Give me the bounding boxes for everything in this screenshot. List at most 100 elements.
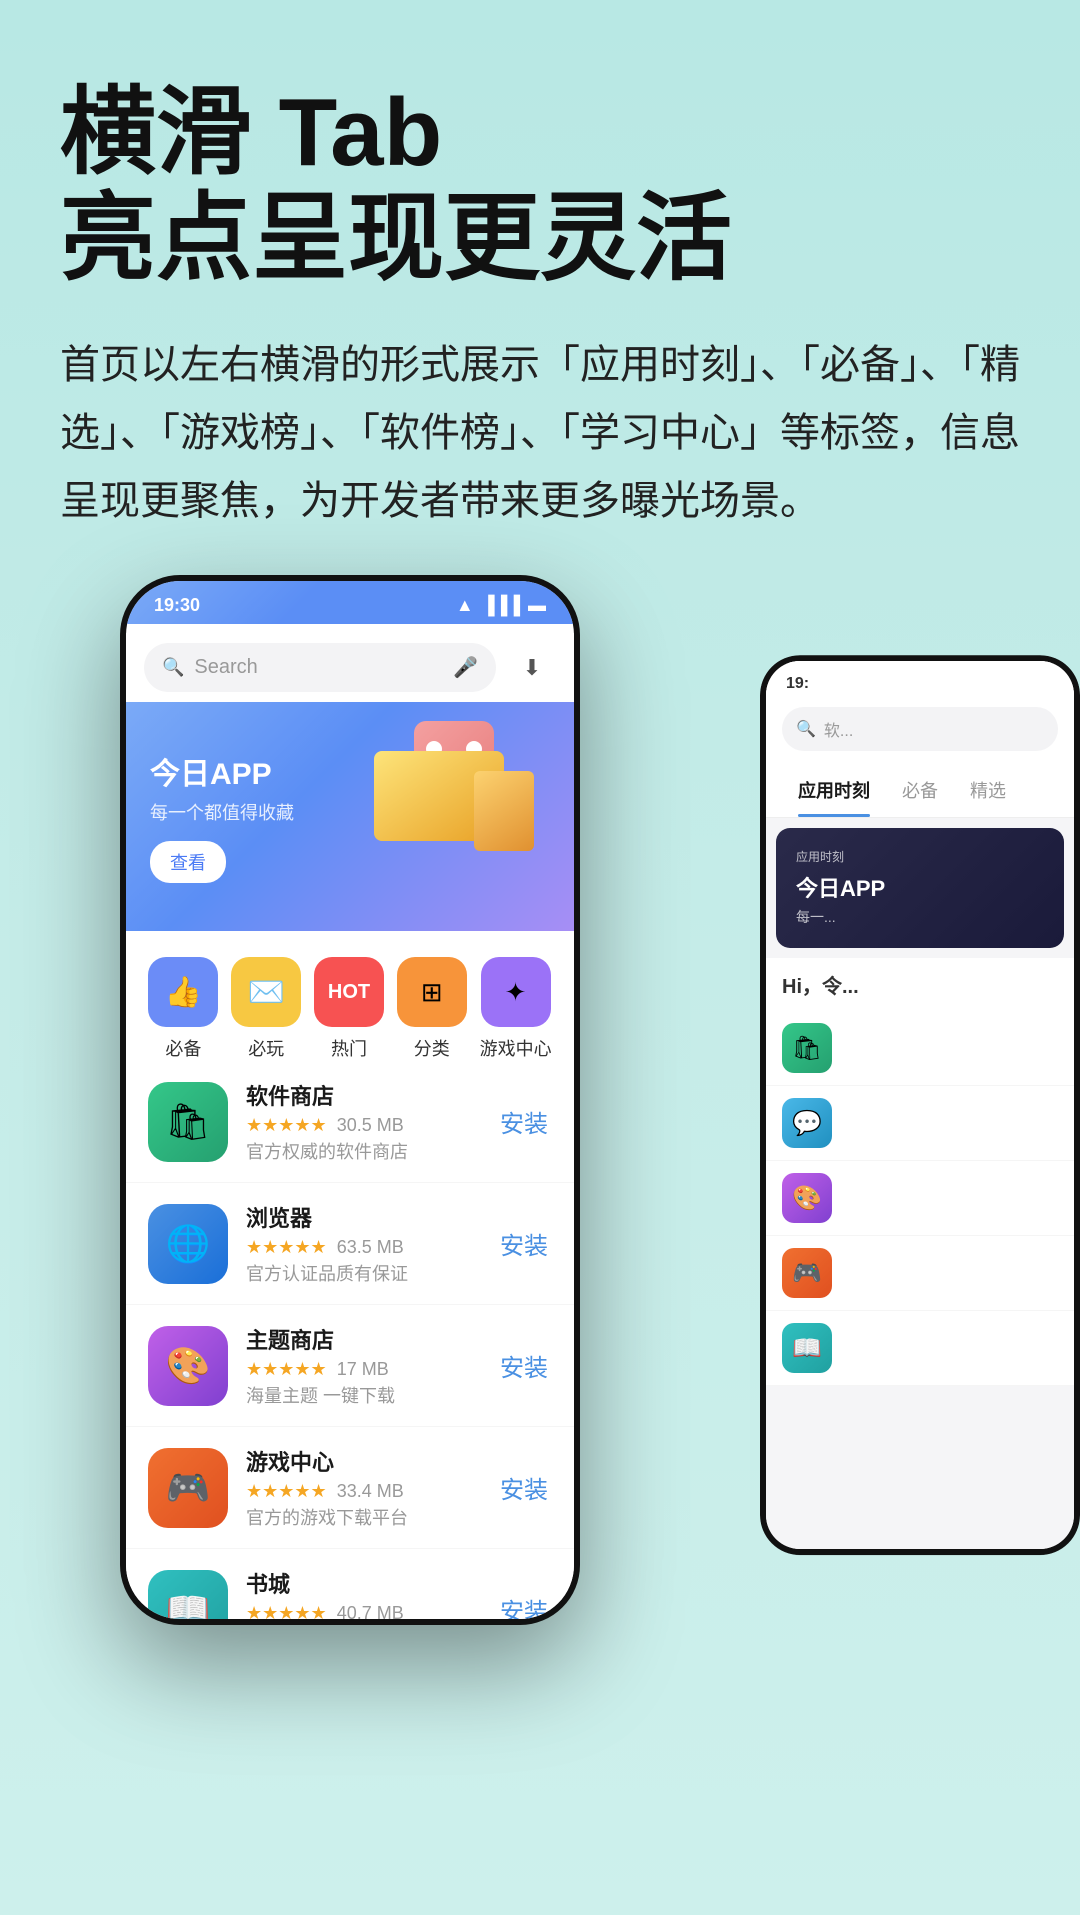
download-button-1[interactable]: ⬇: [508, 644, 556, 692]
nav-label-game-center: 游戏中心: [480, 1035, 552, 1061]
phone-1-screen: 19:30 ▲ ▐▐▐ ▬ 🔍 Search 🎤 ⬇ 今日AP: [126, 581, 574, 1619]
app-stars-game: ★★★★★ 33.4 MB: [246, 1481, 478, 1502]
p2-app-item-3: 🎨: [766, 1161, 1074, 1236]
p2-app-item-1: 🛍: [766, 1011, 1074, 1086]
p2-banner-subtitle: 每一...: [796, 907, 1044, 927]
hero-section: 横滑 Tab 亮点呈现更灵活 首页以左右横滑的形式展示「应用时刻」、「必备」、「…: [0, 0, 1080, 575]
p2-app-icon-4: 🎮: [782, 1248, 832, 1298]
app-item-browser: 🌐 浏览器 ★★★★★ 63.5 MB 官方认证品质有保证 安装: [126, 1183, 574, 1305]
app-item-store: 🛍 软件商店 ★★★★★ 30.5 MB 官方权威的软件商店 安装: [126, 1061, 574, 1183]
status-icons-1: ▲ ▐▐▐ ▬: [456, 595, 546, 616]
app-name-book: 书城: [246, 1567, 478, 1599]
hero-description: 首页以左右横滑的形式展示「应用时刻」、「必备」、「精选」、「游戏榜」、「软件榜」…: [60, 331, 1020, 535]
app-desc-game: 官方的游戏下载平台: [246, 1504, 478, 1530]
app-size-browser: 63.5 MB: [337, 1237, 404, 1258]
install-button-store[interactable]: 安装: [496, 1096, 552, 1147]
phone-2: 19: 🔍 软... 应用时刻 必备 精选 应用时刻 今日APP 每一.: [760, 655, 1080, 1555]
app-size-store: 30.5 MB: [337, 1115, 404, 1136]
battery-icon: ▬: [528, 595, 546, 616]
app-icon-theme: 🎨: [148, 1326, 228, 1406]
banner-1: 今日APP 每一个都值得收藏 查看: [126, 701, 574, 931]
app-info-game: 游戏中心 ★★★★★ 33.4 MB 官方的游戏下载平台: [246, 1445, 478, 1530]
app-size-theme: 17 MB: [337, 1359, 389, 1380]
app-icon-browser: 🌐: [148, 1204, 228, 1284]
nav-label-biwan: 必玩: [248, 1035, 284, 1061]
banner-title: 今日APP: [150, 749, 294, 793]
status-time-1: 19:30: [154, 595, 200, 616]
tab-essentials[interactable]: 必备: [886, 763, 954, 817]
p2-search-box[interactable]: 🔍 软...: [782, 707, 1058, 751]
p2-app-icon-2: 💬: [782, 1098, 832, 1148]
mic-icon: 🎤: [453, 655, 478, 680]
p2-app-icon-1: 🛍: [782, 1023, 832, 1073]
box-side: [474, 771, 534, 851]
hero-title: 横滑 Tab 亮点呈现更灵活: [60, 80, 1020, 291]
app-item-book: 📖 书城 ★★★★★ 40.7 MB 海量图书想读就读 安装: [126, 1549, 574, 1619]
p2-status-bar: 19:: [766, 661, 1074, 699]
banner-content: 今日APP 每一个都值得收藏 查看: [150, 749, 294, 883]
phone-1: 19:30 ▲ ▐▐▐ ▬ 🔍 Search 🎤 ⬇ 今日AP: [120, 575, 580, 1625]
nav-item-beibi[interactable]: 👍 必备: [148, 957, 218, 1061]
p2-app-icon-5: 📖: [782, 1323, 832, 1373]
p2-app-item-5: 📖: [766, 1311, 1074, 1386]
app-name-store: 软件商店: [246, 1079, 478, 1111]
install-button-game[interactable]: 安装: [496, 1462, 552, 1513]
status-bar-1: 19:30 ▲ ▐▐▐ ▬: [126, 581, 574, 624]
app-info-theme: 主题商店 ★★★★★ 17 MB 海量主题 一键下载: [246, 1323, 478, 1408]
app-info-store: 软件商店 ★★★★★ 30.5 MB 官方权威的软件商店: [246, 1079, 478, 1164]
app-info-browser: 浏览器 ★★★★★ 63.5 MB 官方认证品质有保证: [246, 1201, 478, 1286]
tab-featured[interactable]: 精选: [954, 763, 1022, 817]
app-desc-browser: 官方认证品质有保证: [246, 1260, 478, 1286]
nav-item-category[interactable]: ⊞ 分类: [397, 957, 467, 1061]
p2-banner: 应用时刻 今日APP 每一...: [776, 828, 1064, 948]
nav-icon-biwan: ✉️: [231, 957, 301, 1027]
app-item-theme: 🎨 主题商店 ★★★★★ 17 MB 海量主题 一键下载 安装: [126, 1305, 574, 1427]
app-stars-theme: ★★★★★ 17 MB: [246, 1359, 478, 1380]
nav-label-category: 分类: [414, 1035, 450, 1061]
app-icon-game: 🎮: [148, 1448, 228, 1528]
p2-banner-label: 应用时刻: [796, 848, 1044, 865]
phones-container: 19:30 ▲ ▐▐▐ ▬ 🔍 Search 🎤 ⬇ 今日AP: [0, 575, 1080, 1915]
search-box-1[interactable]: 🔍 Search 🎤: [144, 643, 496, 692]
search-input-1[interactable]: Search: [194, 656, 443, 679]
nav-icons-1: 👍 必备 ✉️ 必玩 HOT 热门 ⊞ 分类 ✦ 游戏中心: [126, 937, 574, 1081]
p2-search-icon: 🔍: [796, 719, 816, 739]
tab-app-moment[interactable]: 应用时刻: [782, 763, 886, 817]
install-button-book[interactable]: 安装: [496, 1584, 552, 1619]
app-list-1: 🛍 软件商店 ★★★★★ 30.5 MB 官方权威的软件商店 安装 🌐 浏览器: [126, 1061, 574, 1619]
nav-icon-game-center: ✦: [481, 957, 551, 1027]
install-button-theme[interactable]: 安装: [496, 1340, 552, 1391]
wifi-icon: ▲: [456, 595, 474, 616]
p2-app-item-4: 🎮: [766, 1236, 1074, 1311]
app-info-book: 书城 ★★★★★ 40.7 MB 海量图书想读就读: [246, 1567, 478, 1619]
search-icon: 🔍: [162, 657, 184, 678]
app-item-game: 🎮 游戏中心 ★★★★★ 33.4 MB 官方的游戏下载平台 安装: [126, 1427, 574, 1549]
p2-app-icon-3: 🎨: [782, 1173, 832, 1223]
app-desc-store: 官方权威的软件商店: [246, 1138, 478, 1164]
app-icon-store: 🛍: [148, 1082, 228, 1162]
phone-2-screen: 19: 🔍 软... 应用时刻 必备 精选 应用时刻 今日APP 每一.: [766, 661, 1074, 1549]
app-stars-book: ★★★★★ 40.7 MB: [246, 1603, 478, 1619]
app-stars-store: ★★★★★ 30.5 MB: [246, 1115, 478, 1136]
nav-icon-hot: HOT: [314, 957, 384, 1027]
nav-label-beibi: 必备: [165, 1035, 201, 1061]
banner-view-button[interactable]: 查看: [150, 841, 226, 883]
p2-search-area: 🔍 软...: [766, 699, 1074, 763]
box-3d-illustration: [364, 711, 544, 891]
nav-item-hot[interactable]: HOT 热门: [314, 957, 384, 1061]
install-button-browser[interactable]: 安装: [496, 1218, 552, 1269]
nav-icon-beibi: 👍: [148, 957, 218, 1027]
app-size-book: 40.7 MB: [337, 1603, 404, 1619]
app-name-browser: 浏览器: [246, 1201, 478, 1233]
app-stars-browser: ★★★★★ 63.5 MB: [246, 1237, 478, 1258]
p2-status-time: 19:: [786, 675, 809, 692]
search-area-1: 🔍 Search 🎤 ⬇: [126, 633, 574, 702]
p2-search-text: 软...: [824, 717, 853, 741]
app-desc-theme: 海量主题 一键下载: [246, 1382, 478, 1408]
phone-2-inner: 19: 🔍 软... 应用时刻 必备 精选 应用时刻 今日APP 每一.: [766, 661, 1074, 1549]
nav-item-biwan[interactable]: ✉️ 必玩: [231, 957, 301, 1061]
app-name-theme: 主题商店: [246, 1323, 478, 1355]
nav-item-game-center[interactable]: ✦ 游戏中心: [480, 957, 552, 1061]
p2-tab-bar: 应用时刻 必备 精选: [766, 763, 1074, 818]
nav-icon-category: ⊞: [397, 957, 467, 1027]
